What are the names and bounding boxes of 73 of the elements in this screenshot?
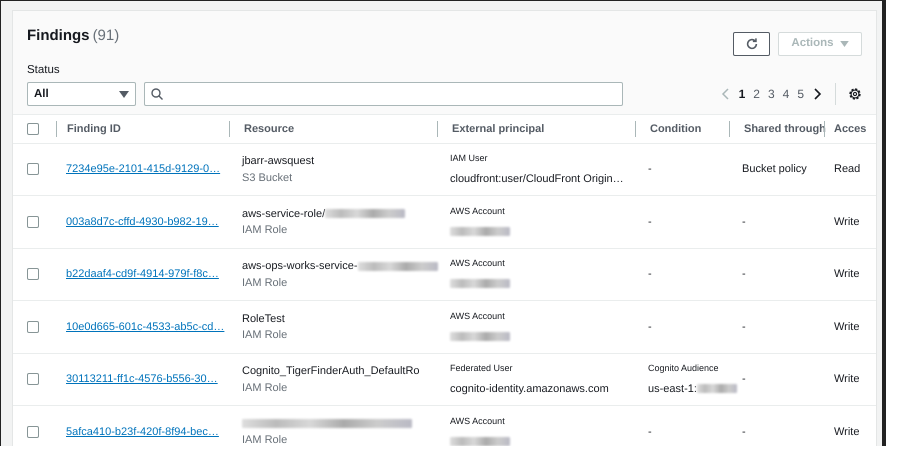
finding-id-link[interactable]: 10e0d665-601c-4533-ab5c-cd… [66, 320, 224, 333]
checkbox[interactable] [27, 373, 39, 386]
shared-through: - [742, 216, 746, 228]
column-header[interactable]: Finding ID [67, 122, 121, 135]
search-field[interactable] [144, 82, 623, 106]
resource-type: S3 Bucket [242, 170, 294, 186]
finding-id-link[interactable]: 7234e95e-2101-415d-9129-0… [66, 163, 220, 176]
checkbox[interactable] [27, 268, 39, 280]
settings-icon[interactable] [848, 87, 862, 102]
page-link[interactable]: 3 [764, 85, 778, 104]
resource-name: jbarr-awsquest [242, 155, 314, 167]
column-header[interactable]: Condition [650, 122, 702, 135]
access-level: Write [834, 216, 860, 228]
principal-type: AWS Account [450, 414, 506, 428]
resource-type: IAM Role [242, 223, 288, 238]
refresh-icon [744, 37, 758, 51]
findings-count: (91) [92, 27, 120, 44]
access-level: Write [834, 268, 860, 280]
checkbox[interactable] [27, 426, 39, 438]
page-link[interactable]: 5 [794, 85, 807, 104]
finding-id-link[interactable]: 003a8d7c-cffd-4930-b982-19… [66, 216, 219, 228]
resource-type: IAM Role [242, 328, 288, 343]
condition-value: - [648, 268, 652, 280]
shared-through: - [742, 268, 746, 280]
column-header[interactable]: Shared through [744, 122, 826, 135]
page-link[interactable]: 2 [750, 85, 763, 104]
page-link[interactable]: 4 [780, 85, 792, 104]
condition-value: - [648, 320, 652, 333]
resource-type: IAM Role [242, 276, 288, 290]
resource-name: aws-ops-works-service- [242, 260, 358, 272]
resource-name: aws-service-role/ [242, 208, 326, 220]
status-label: Status [27, 63, 61, 78]
principal-type: AWS Account [450, 204, 506, 218]
resource-name: Cognito_TigerFinderAuth_DefaultRo [242, 365, 420, 377]
checkbox[interactable] [27, 216, 39, 228]
column-header[interactable]: Resource [244, 122, 294, 135]
panel-title: Findings [27, 27, 90, 44]
principal-type: AWS Account [450, 257, 506, 270]
principal-value: cloudfront:user/CloudFront Origin… [450, 172, 624, 184]
resource-type: IAM Role [242, 380, 288, 396]
checkbox[interactable] [27, 163, 39, 176]
caret-icon [119, 90, 129, 98]
condition-value: - [648, 216, 652, 228]
shared-through: - [742, 320, 746, 333]
principal-type: Federated User [450, 362, 514, 375]
checkbox[interactable] [27, 122, 39, 135]
resource-type: IAM Role [242, 433, 288, 446]
shared-through: Bucket policy [742, 163, 807, 176]
access-level: Read [834, 163, 860, 176]
access-level: Write [834, 320, 860, 333]
finding-id-link[interactable]: 30113211-ff1c-4576-b556-30… [66, 373, 218, 386]
finding-id-link[interactable]: 5afca410-b23f-420f-8f94-bec… [66, 426, 219, 438]
shared-through: - [742, 373, 746, 386]
condition-value: - [648, 163, 652, 176]
page-link[interactable]: 1 [736, 85, 748, 104]
principal-type: IAM User [450, 152, 489, 165]
refresh-button[interactable] [733, 32, 770, 56]
condition-value: us-east-1: [648, 382, 697, 394]
condition-value: - [648, 426, 652, 438]
finding-id-link[interactable]: b22daaf4-cd9f-4914-979f-f8c… [66, 268, 219, 280]
caret-icon [840, 41, 849, 47]
access-level: Write [834, 426, 860, 438]
search-icon [151, 88, 163, 100]
column-header[interactable]: Acces [834, 122, 866, 135]
column-header[interactable]: External principal [452, 122, 544, 135]
principal-value: cognito-identity.amazonaws.com [450, 382, 609, 394]
status-dropdown[interactable]: All [27, 82, 136, 106]
access-level: Write [834, 373, 860, 386]
resource-name: RoleTest [242, 312, 285, 324]
condition-type: Cognito Audience [648, 362, 720, 375]
principal-type: AWS Account [450, 310, 506, 322]
shared-through: - [742, 426, 746, 438]
checkbox[interactable] [27, 320, 39, 333]
